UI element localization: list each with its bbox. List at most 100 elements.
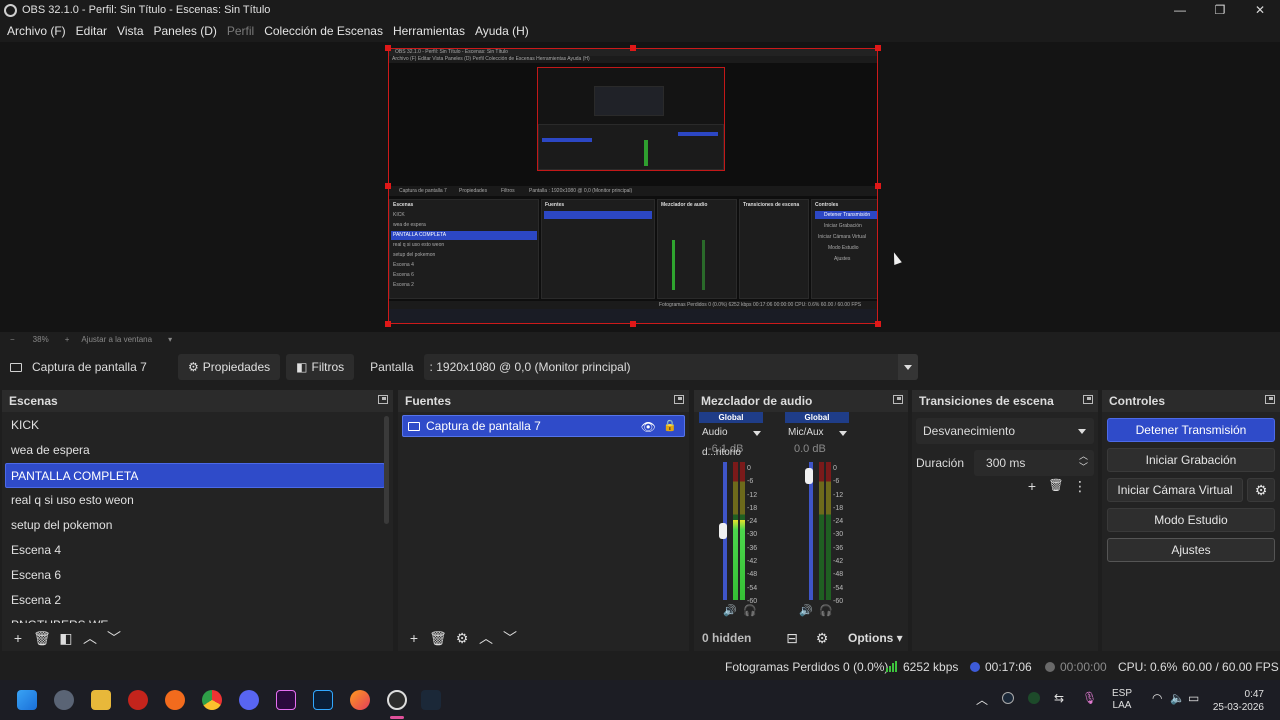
firefox-icon[interactable] xyxy=(350,690,370,710)
undock-icon[interactable] xyxy=(1265,395,1275,404)
layout-icon[interactable]: ⊟ xyxy=(780,630,804,647)
windows-start-icon[interactable] xyxy=(17,690,37,710)
media-player-icon[interactable] xyxy=(128,690,148,710)
zoom-out-button[interactable]: − xyxy=(10,335,15,344)
options-button[interactable]: Options ▾ xyxy=(848,631,903,645)
scene-item-selected[interactable]: PANTALLA COMPLETA xyxy=(5,463,385,488)
wifi-icon[interactable]: ◠ xyxy=(1152,691,1162,705)
menu-coleccion-escenas[interactable]: Colección de Escenas xyxy=(260,24,387,38)
resize-handle[interactable] xyxy=(875,321,881,327)
headphones-icon[interactable]: 🎧 xyxy=(743,604,757,617)
undock-icon[interactable] xyxy=(674,395,684,404)
notification-icon[interactable]: ⇆ xyxy=(1054,691,1064,705)
undock-icon[interactable] xyxy=(378,395,388,404)
chevron-up-icon[interactable]: ︿ xyxy=(474,628,498,648)
zoom-dropdown-icon[interactable]: ▾ xyxy=(168,335,172,344)
channel-name[interactable]: Audio d...ritorio xyxy=(699,423,763,458)
eye-icon[interactable]: 👁 xyxy=(641,420,656,434)
steam-tray-icon[interactable] xyxy=(1002,692,1014,704)
menu-herramientas[interactable]: Herramientas xyxy=(389,24,469,38)
filters-button[interactable]: ◧ Filtros xyxy=(286,354,355,380)
scene-item[interactable]: real q si uso esto weon xyxy=(2,488,388,513)
chevron-up-icon[interactable]: ︿ xyxy=(78,628,102,648)
start-virtual-camera-button[interactable]: Iniciar Cámara Virtual xyxy=(1107,478,1243,502)
volume-fader-knob[interactable] xyxy=(719,523,727,539)
headphones-icon[interactable]: 🎧 xyxy=(819,604,833,617)
display-select[interactable]: : 1920x1080 @ 0,0 (Monitor principal) xyxy=(423,354,918,380)
soundcloud-icon[interactable] xyxy=(165,690,185,710)
microphone-icon[interactable]: 🎙 xyxy=(1082,691,1097,705)
speaker-icon[interactable]: 🔊 xyxy=(799,604,813,617)
settings-app-icon[interactable] xyxy=(54,690,74,710)
file-explorer-icon[interactable] xyxy=(91,690,111,710)
trash-icon[interactable]: 🗑 xyxy=(426,630,450,647)
start-recording-button[interactable]: Iniciar Grabación xyxy=(1107,448,1275,472)
resize-handle[interactable] xyxy=(385,45,391,51)
scenes-scrollbar[interactable] xyxy=(384,416,389,524)
undock-icon[interactable] xyxy=(1083,395,1093,404)
resize-handle[interactable] xyxy=(630,45,636,51)
scene-item[interactable]: Escena 4 xyxy=(2,538,388,563)
filter-icon[interactable]: ◧ xyxy=(54,630,78,647)
stop-streaming-button[interactable]: Detener Transmisión xyxy=(1107,418,1275,442)
preview-canvas[interactable]: OBS 32.1.0 - Perfil: Sin Título - Escena… xyxy=(388,48,878,324)
properties-button[interactable]: ⚙ Propiedades xyxy=(178,354,281,380)
obs-taskbar-icon[interactable] xyxy=(387,690,407,710)
spin-arrows-icon[interactable]: ︿ ﹀ xyxy=(1079,451,1088,473)
menu-paneles[interactable]: Paneles (D) xyxy=(150,24,221,38)
duration-spinbox[interactable]: 300 ms ︿ ﹀ xyxy=(974,450,1094,476)
trash-icon[interactable]: 🗑 xyxy=(30,630,54,647)
more-icon[interactable]: ⋮ xyxy=(1068,478,1092,495)
scene-item[interactable]: setup del pokemon xyxy=(2,513,388,538)
source-item[interactable]: Captura de pantalla 7 👁 🔒 xyxy=(402,415,685,437)
chevron-down-icon[interactable]: ﹀ xyxy=(102,628,126,648)
menu-vista[interactable]: Vista xyxy=(113,24,147,38)
speaker-icon[interactable]: 🔊 xyxy=(723,604,737,617)
close-button[interactable]: ✕ xyxy=(1240,0,1280,20)
scene-item[interactable]: KICK xyxy=(2,413,388,438)
tray-app-icon[interactable] xyxy=(1028,692,1040,704)
battery-icon[interactable]: ▭ xyxy=(1188,691,1199,705)
menu-editar[interactable]: Editar xyxy=(72,24,111,38)
transition-select[interactable]: Desvanecimiento xyxy=(916,418,1094,444)
settings-button[interactable]: Ajustes xyxy=(1107,538,1275,562)
chevron-down-icon[interactable] xyxy=(1072,418,1094,444)
volume-icon[interactable]: 🔈 xyxy=(1170,691,1185,705)
scene-item[interactable]: Escena 2 xyxy=(2,588,388,613)
resize-handle[interactable] xyxy=(875,183,881,189)
steam-icon[interactable] xyxy=(421,690,441,710)
chevron-down-icon[interactable] xyxy=(839,431,847,436)
chrome-icon[interactable] xyxy=(202,690,222,710)
premiere-icon[interactable] xyxy=(276,690,296,710)
discord-icon[interactable] xyxy=(239,690,259,710)
minimize-button[interactable]: — xyxy=(1160,0,1200,20)
chevron-down-icon[interactable] xyxy=(753,431,761,436)
resize-handle[interactable] xyxy=(385,183,391,189)
photoshop-icon[interactable] xyxy=(313,690,333,710)
add-icon[interactable]: + xyxy=(402,630,426,646)
resize-handle[interactable] xyxy=(875,45,881,51)
virtual-camera-settings-icon[interactable]: ⚙ xyxy=(1247,478,1275,502)
add-icon[interactable]: + xyxy=(1020,478,1044,495)
undock-icon[interactable] xyxy=(893,395,903,404)
volume-fader-knob[interactable] xyxy=(805,468,813,484)
preview-area[interactable]: OBS 32.1.0 - Perfil: Sin Título - Escena… xyxy=(0,42,1280,332)
gear-icon[interactable]: ⚙ xyxy=(450,630,474,647)
trash-icon[interactable]: 🗑 xyxy=(1044,478,1068,495)
menu-archivo[interactable]: Archivo (F) xyxy=(3,24,70,38)
studio-mode-button[interactable]: Modo Estudio xyxy=(1107,508,1275,532)
channel-name[interactable]: Mic/Aux xyxy=(785,423,849,443)
fit-window-button[interactable]: Ajustar a la ventana xyxy=(81,335,152,344)
gear-icon[interactable]: ⚙ xyxy=(810,630,834,647)
scene-item[interactable]: Escena 6 xyxy=(2,563,388,588)
resize-handle[interactable] xyxy=(630,321,636,327)
chevron-up-icon[interactable]: ︿ xyxy=(976,691,988,708)
add-icon[interactable]: + xyxy=(6,630,30,646)
maximize-button[interactable]: ❐ xyxy=(1200,0,1240,20)
chevron-down-icon[interactable]: ﹀ xyxy=(498,628,522,648)
scene-item[interactable]: wea de espera xyxy=(2,438,388,463)
zoom-in-button[interactable]: + xyxy=(65,335,70,344)
language-indicator[interactable]: ESP LAA xyxy=(1112,688,1132,712)
lock-icon[interactable]: 🔒 xyxy=(663,419,677,432)
resize-handle[interactable] xyxy=(385,321,391,327)
